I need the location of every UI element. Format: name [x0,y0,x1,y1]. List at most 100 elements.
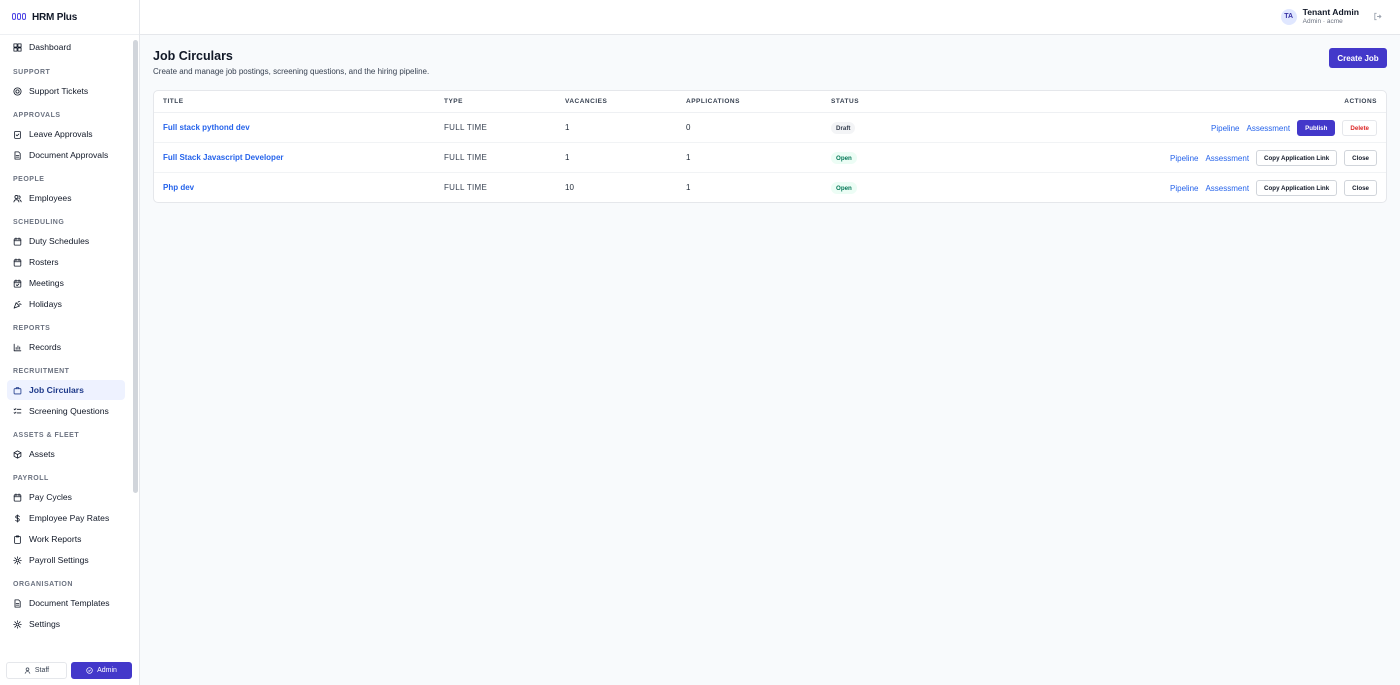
clipboard-icon [13,534,22,544]
bar-chart-icon [13,343,22,352]
nav-section-support: SUPPORT [13,69,51,76]
delete-button[interactable]: Delete [1342,120,1377,136]
assessment-link[interactable]: Assessment [1205,184,1249,193]
page-title: Job Circulars [153,49,233,63]
publish-button[interactable]: Publish [1297,120,1336,136]
assessment-link[interactable]: Assessment [1205,154,1249,163]
nav-section-recruitment: RECRUITMENT [13,368,70,375]
column-type: TYPE [444,98,463,105]
nav-section-reports: REPORTS [13,325,51,332]
applications-count: 0 [686,123,691,132]
table-row: Php dev FULL TIME 10 1 Open Pipeline Assessmen… [154,173,1386,202]
close-button[interactable]: Close [1344,150,1377,166]
staff-mode-button[interactable]: Staff [6,662,67,679]
pipeline-link[interactable]: Pipeline [1170,154,1198,163]
sidebar-item-payroll-settings[interactable]: Payroll Settings [7,550,125,570]
sidebar-item-support-tickets[interactable]: Support Tickets [7,81,125,101]
sidebar-item-pay-cycles[interactable]: Pay Cycles [7,487,125,507]
assessment-link[interactable]: Assessment [1246,124,1290,133]
sidebar-item-label: Settings [29,619,61,629]
user-icon [24,667,31,674]
job-title-link[interactable]: Full stack pythond dev [163,123,250,132]
applications-count: 1 [686,183,691,192]
page-subtitle: Create and manage job postings, screenin… [153,67,430,76]
column-status: STATUS [831,98,860,105]
shield-check-icon [86,667,93,674]
close-button[interactable]: Close [1344,180,1377,196]
topbar: TA Tenant Admin Admin · acme [140,0,1400,35]
dollar-icon [13,513,22,523]
pipeline-link[interactable]: Pipeline [1170,184,1198,193]
sidebar-item-label: Pay Cycles [29,492,72,502]
vacancies-count: 1 [565,153,570,162]
sidebar-item-duty-schedules[interactable]: Duty Schedules [7,231,125,251]
list-check-icon [13,407,22,416]
sidebar-item-employee-pay-rates[interactable]: Employee Pay Rates [7,508,125,528]
job-type: FULL TIME [444,183,488,192]
sidebar-item-dashboard[interactable]: Dashboard [7,36,125,58]
pipeline-link[interactable]: Pipeline [1211,124,1239,133]
sidebar-item-meetings[interactable]: Meetings [7,273,125,293]
sidebar-item-label: Screening Questions [29,406,109,416]
sidebar-item-rosters[interactable]: Rosters [7,252,125,272]
nav-section-payroll: PAYROLL [13,475,49,482]
sidebar-item-assets[interactable]: Assets [7,444,125,464]
sidebar-item-settings[interactable]: Settings [7,614,125,634]
party-icon [13,300,22,309]
sidebar-item-label: Work Reports [29,534,82,544]
sidebar-item-document-approvals[interactable]: Document Approvals [7,145,125,165]
sidebar-item-leave-approvals[interactable]: Leave Approvals [7,124,125,144]
staff-mode-label: Staff [34,667,50,674]
sidebar-item-screening-questions[interactable]: Screening Questions [7,401,125,421]
sidebar-item-label: Employees [29,193,72,203]
job-type: FULL TIME [444,153,488,162]
row-actions: Pipeline Assessment Publish Delete [1211,120,1377,136]
sidebar-item-label: Holidays [29,299,62,309]
admin-mode-button[interactable]: Admin [71,662,132,679]
clipboard-check-icon [13,130,22,139]
status-badge: Draft [831,122,856,134]
admin-mode-label: Admin [97,667,117,674]
job-title-link[interactable]: Php dev [163,183,194,192]
sidebar-item-work-reports[interactable]: Work Reports [7,529,125,549]
user-menu[interactable]: TA Tenant Admin Admin · acme [1280,7,1382,26]
column-actions: ACTIONS [1344,98,1377,105]
sidebar-item-label: Document Templates [29,598,110,608]
column-vacancies: VACANCIES [565,98,608,105]
gear-icon [13,619,22,629]
box-icon [13,449,22,459]
lifebuoy-icon [13,86,22,96]
sidebar-item-label: Employee Pay Rates [29,513,110,523]
sidebar-item-job-circulars[interactable]: Job Circulars [7,380,125,400]
document-icon [13,598,22,608]
sidebar-item-label: Meetings [29,278,64,288]
brand[interactable]: HRM Plus [0,0,139,35]
sidebar-scrollbar[interactable] [133,40,138,493]
nav-section-approvals: APPROVALS [13,112,61,119]
sidebar: HRM Plus Dashboard SUPPORT Support Tickets… [0,0,140,685]
sidebar-item-label: Records [29,342,61,352]
sidebar-item-employees[interactable]: Employees [7,188,125,208]
avatar: TA [1280,8,1297,25]
sidebar-item-holidays[interactable]: Holidays [7,294,125,314]
column-applications: APPLICATIONS [686,98,740,105]
copy-application-link-button[interactable]: Copy Application Link [1256,150,1338,166]
copy-application-link-button[interactable]: Copy Application Link [1256,180,1338,196]
create-job-button[interactable]: Create Job [1329,48,1387,68]
sidebar-item-document-templates[interactable]: Document Templates [7,593,125,613]
sidebar-item-label: Job Circulars [29,385,84,395]
row-actions: Pipeline Assessment Copy Application Link C… [1170,150,1377,166]
logout-icon[interactable] [1373,12,1382,21]
brand-logo-icon [12,13,26,21]
mode-switch: Staff Admin [6,662,132,679]
calendar-icon [13,492,22,502]
sidebar-item-records[interactable]: Records [7,337,125,357]
vacancies-count: 1 [565,123,570,132]
sidebar-item-label: Leave Approvals [29,129,93,139]
column-title: TITLE [163,98,184,105]
table-row: Full Stack Javascript Developer FULL TIME… [154,143,1386,173]
table-body: Full stack pythond dev FULL TIME 1 0 Draft Pi… [154,113,1386,202]
job-title-link[interactable]: Full Stack Javascript Developer [163,153,284,162]
sidebar-item-label: Support Tickets [29,86,89,96]
users-icon [13,194,22,203]
